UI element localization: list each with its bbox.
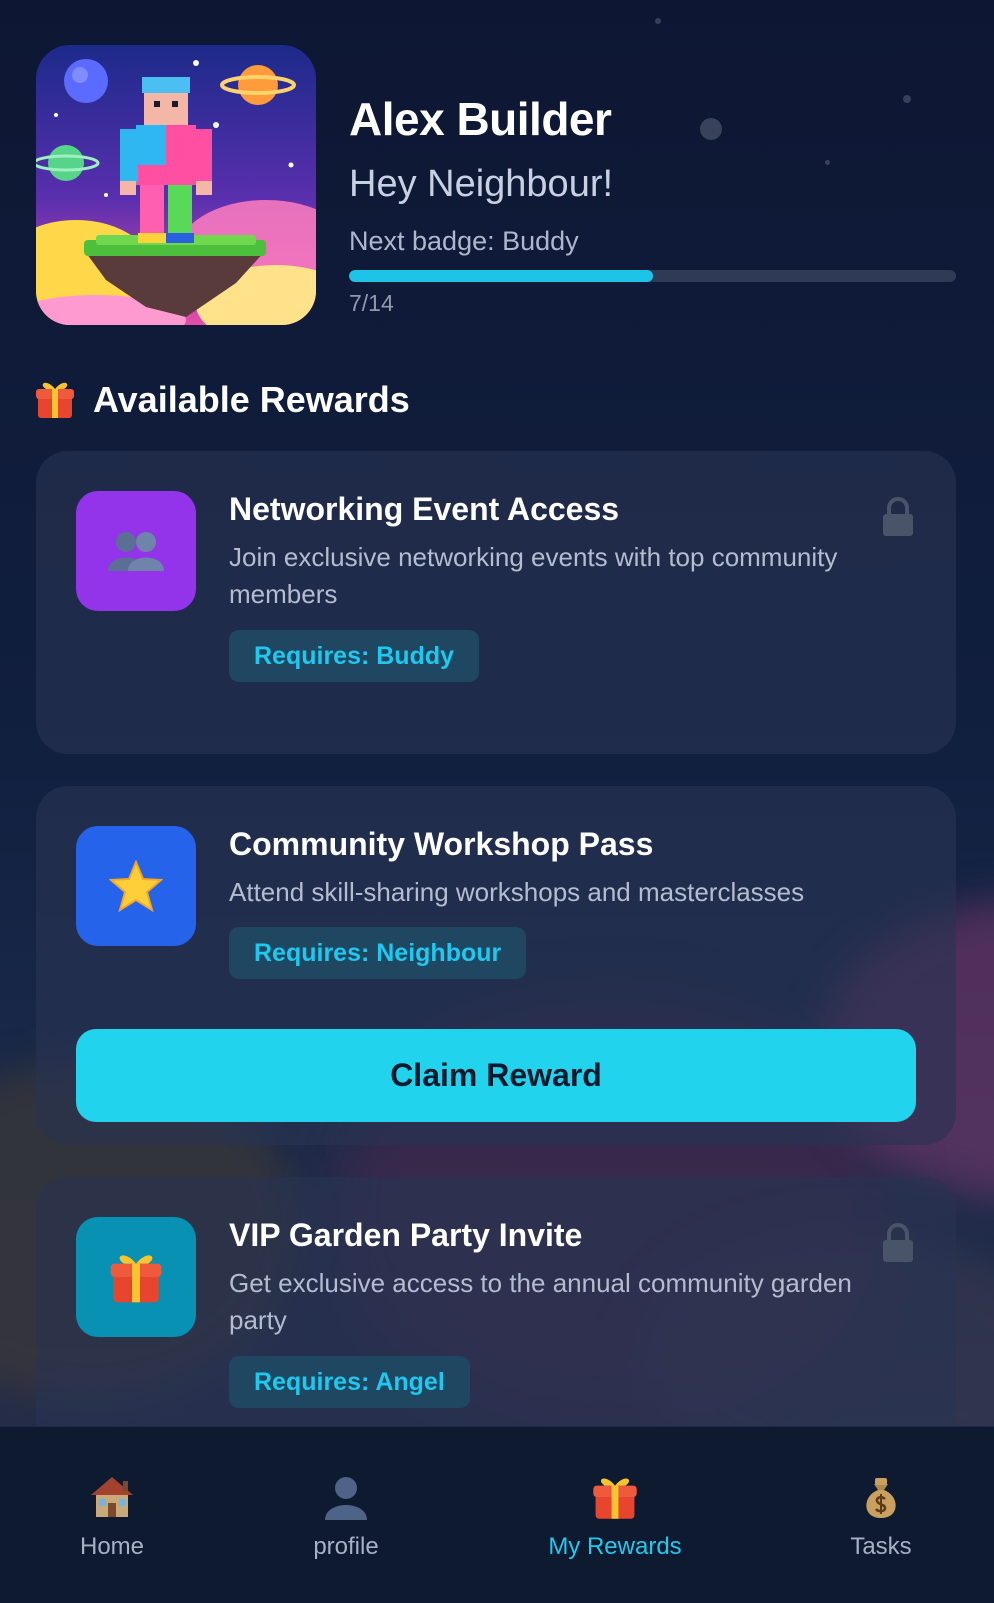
gift-icon — [34, 378, 76, 420]
background-star — [700, 118, 722, 140]
nav-label: My Rewards — [548, 1533, 682, 1560]
badge-progress-bar — [349, 270, 956, 282]
background-star — [655, 18, 661, 24]
requirement-badge: Requires: Angel — [229, 1356, 470, 1408]
money-bag-icon — [855, 1471, 907, 1523]
next-badge-label: Next badge: Buddy — [349, 226, 579, 256]
avatar — [36, 45, 316, 325]
lock-icon — [881, 1223, 915, 1263]
background-star — [825, 160, 830, 165]
gift-icon — [76, 1217, 196, 1337]
nav-item-tasks[interactable]: Tasks — [836, 1427, 926, 1603]
lock-icon — [881, 497, 915, 537]
section-title: Available Rewards — [93, 379, 410, 420]
people-icon — [76, 491, 196, 611]
house-icon — [86, 1471, 138, 1523]
user-name: Alex Builder — [349, 93, 612, 145]
reward-card-workshop: Community Workshop Pass Attend skill-sha… — [36, 786, 956, 1145]
reward-description: Get exclusive access to the annual commu… — [229, 1268, 852, 1335]
nav-label: profile — [313, 1533, 379, 1560]
nav-label: Tasks — [850, 1533, 912, 1560]
requirement-badge: Requires: Buddy — [229, 630, 480, 682]
reward-description: Attend skill-sharing workshops and maste… — [229, 877, 805, 907]
person-icon — [320, 1471, 372, 1523]
bottom-navigation: Home profile My Rewards Tasks — [0, 1426, 994, 1603]
requirement-badge: Requires: Neighbour — [229, 927, 527, 979]
gift-icon — [589, 1471, 641, 1523]
badge-progress-count: 7/14 — [349, 290, 394, 316]
star-icon — [76, 826, 196, 946]
reward-title: Community Workshop Pass — [229, 826, 654, 862]
nav-item-my-rewards[interactable]: My Rewards — [538, 1427, 692, 1603]
claim-reward-button[interactable]: Claim Reward — [76, 1029, 916, 1122]
background-star — [903, 95, 911, 103]
reward-description: Join exclusive networking events with to… — [229, 542, 838, 609]
nav-item-home[interactable]: Home — [62, 1427, 162, 1603]
reward-card-networking: Networking Event Access Join exclusive n… — [36, 451, 956, 754]
nav-item-profile[interactable]: profile — [290, 1427, 402, 1603]
avatar-illustration — [36, 45, 316, 325]
reward-title: VIP Garden Party Invite — [229, 1217, 583, 1253]
nav-label: Home — [79, 1533, 145, 1560]
reward-title: Networking Event Access — [229, 491, 620, 527]
badge-progress-fill — [349, 270, 653, 282]
greeting: Hey Neighbour! — [349, 163, 614, 205]
